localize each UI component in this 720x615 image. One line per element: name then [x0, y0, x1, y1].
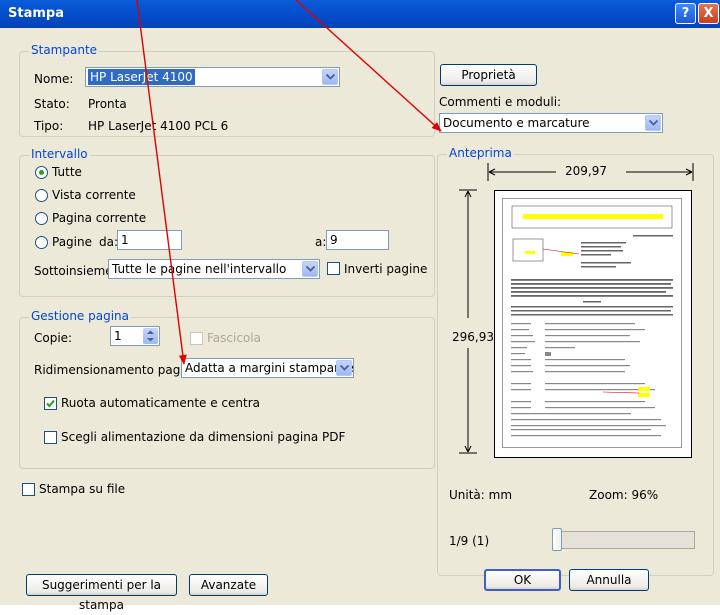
reverse-pages-label: Inverti pagine	[344, 262, 428, 276]
printer-name-value: HP LaserJet 4100	[88, 69, 195, 85]
print-dialog: Stampa ? X Stampante Nome: HP LaserJet 4…	[0, 0, 720, 612]
help-button[interactable]: ?	[675, 3, 696, 24]
radio-current-view-label: Vista corrente	[52, 188, 136, 202]
copies-stepper[interactable]: 1	[110, 326, 160, 346]
title-bar[interactable]: Stampa ? X	[0, 0, 720, 28]
advanced-button[interactable]: Avanzate	[189, 574, 268, 596]
pdf-source-label: Scegli alimentazione da dimensioni pagin…	[61, 430, 346, 444]
ok-button[interactable]: OK	[484, 569, 561, 591]
print-to-file-checkbox[interactable]	[22, 483, 35, 496]
printer-status-label: Stato:	[34, 97, 70, 111]
preview-zoom: Zoom: 96%	[589, 488, 659, 502]
radio-all[interactable]	[35, 166, 48, 179]
comments-value: Documento e marcature	[443, 116, 590, 130]
checkmark-icon	[46, 399, 55, 408]
subset-label: Sottoinsieme:	[34, 264, 117, 278]
pages-from-value: 1	[121, 233, 129, 247]
comments-select[interactable]: Documento e marcature	[439, 113, 663, 133]
pages-from-label: da:	[99, 235, 119, 249]
printer-name-select[interactable]: HP LaserJet 4100	[85, 67, 340, 87]
preview-height: 296,93	[452, 330, 494, 344]
printer-type-value: HP LaserJet 4100 PCL 6	[88, 119, 229, 133]
page-handling-legend: Gestione pagina	[29, 309, 131, 323]
chevron-down-icon[interactable]	[645, 115, 661, 131]
properties-button[interactable]: Proprietà	[440, 64, 537, 86]
scaling-value: Adatta a margini stampante	[185, 361, 354, 375]
print-tips-button[interactable]: Suggerimenti per la stampa	[26, 574, 177, 612]
preview-width: 209,97	[565, 164, 607, 178]
reverse-pages-checkbox[interactable]	[327, 262, 340, 275]
print-to-file-label: Stampa su file	[39, 482, 126, 496]
page-slider-track[interactable]	[552, 531, 695, 549]
collate-label: Fascicola	[207, 331, 261, 345]
pages-to-input[interactable]: 9	[326, 230, 389, 250]
pages-to-label: a:	[315, 235, 327, 249]
radio-pages-label: Pagine	[52, 235, 92, 249]
copies-label: Copie:	[34, 331, 73, 345]
preview-legend: Anteprima	[447, 146, 514, 160]
scaling-select[interactable]: Adatta a margini stampante	[181, 358, 354, 378]
cancel-button[interactable]: Annulla	[569, 569, 649, 591]
page-slider-thumb[interactable]	[552, 528, 562, 551]
page-preview	[494, 190, 692, 458]
radio-current-view[interactable]	[35, 189, 48, 202]
pdf-source-checkbox[interactable]	[44, 431, 57, 444]
subset-select[interactable]: Tutte le pagine nell'intervallo	[108, 259, 320, 279]
spin-buttons[interactable]	[143, 328, 158, 344]
range-legend: Intervallo	[29, 147, 90, 161]
radio-pages[interactable]	[35, 236, 48, 249]
autorotate-label: Ruota automaticamente e centra	[61, 396, 261, 410]
window-title: Stampa	[8, 6, 64, 21]
radio-current-page[interactable]	[35, 212, 48, 225]
collate-checkbox[interactable]	[190, 332, 203, 345]
page-counter: 1/9 (1)	[449, 534, 490, 548]
pages-to-value: 9	[330, 233, 338, 247]
height-dimension-icon	[459, 189, 477, 454]
close-button[interactable]: X	[698, 3, 719, 24]
printer-type-label: Tipo:	[34, 119, 64, 133]
radio-all-label: Tutte	[52, 165, 82, 179]
printer-legend: Stampante	[29, 43, 100, 57]
radio-selected-dot	[39, 170, 44, 175]
chevron-down-icon[interactable]	[302, 261, 318, 277]
subset-value: Tutte le pagine nell'intervallo	[112, 262, 287, 276]
scaling-label: Ridimensionamento pagina:	[34, 363, 203, 377]
printer-status-value: Pronta	[88, 97, 127, 111]
preview-units: Unità: mm	[449, 488, 513, 502]
chevron-down-icon[interactable]	[336, 360, 352, 376]
copies-value: 1	[114, 329, 122, 343]
chevron-down-icon[interactable]	[322, 69, 338, 85]
comments-label: Commenti e moduli:	[439, 95, 562, 109]
autorotate-checkbox[interactable]	[44, 397, 57, 410]
radio-current-page-label: Pagina corrente	[52, 211, 147, 225]
pages-from-input[interactable]: 1	[117, 230, 182, 250]
printer-name-label: Nome:	[34, 72, 74, 86]
document-thumbnail	[502, 198, 682, 448]
